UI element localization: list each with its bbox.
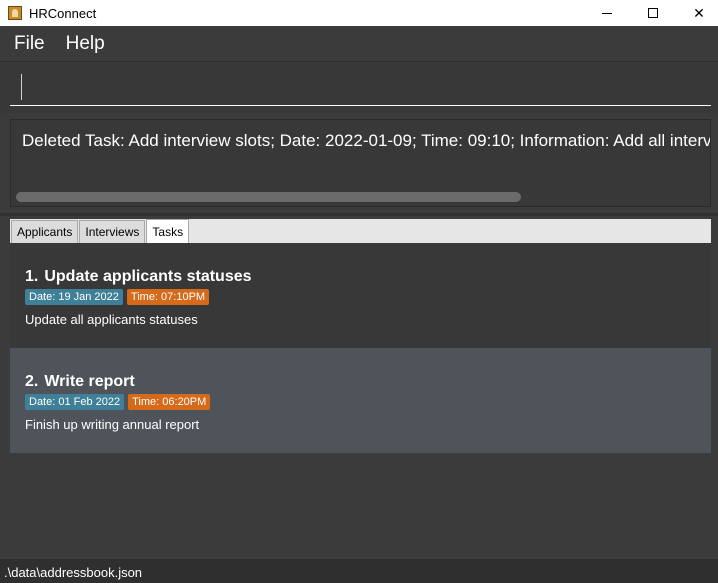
command-input[interactable] [10,72,711,106]
task-badges: Date: 19 Jan 2022 Time: 07:10PM [25,289,213,305]
task-index: 2. [25,373,39,390]
hrconnect-app-icon [8,6,22,20]
menu-file[interactable]: File [7,33,52,55]
maximize-button[interactable] [630,0,676,26]
task-badges: Date: 01 Feb 2022 Time: 06:20PM [25,394,214,410]
result-message: Deleted Task: Add interview slots; Date:… [22,131,711,150]
time-badge: Time: 07:10PM [126,289,210,305]
date-badge: Date: 01 Feb 2022 [25,394,125,410]
split-divider[interactable] [0,213,718,216]
task-name: Update applicants statuses [44,268,252,285]
menu-bar: File Help [0,26,718,62]
close-button[interactable]: ✕ [676,0,718,26]
maximize-icon [648,8,658,18]
task-card-selected[interactable]: 2. Write report Date: 01 Feb 2022 Time: 0… [10,348,711,453]
time-badge: Time: 06:20PM [128,394,211,410]
task-information: Update all applicants statuses [25,312,198,327]
task-name: Write report [44,373,135,390]
tab-interviews[interactable]: Interviews [79,220,146,243]
minimize-button[interactable] [584,0,630,26]
task-title: 2. Write report [25,373,135,391]
task-information: Finish up writing annual report [25,417,200,432]
window-title: HRConnect [29,5,97,21]
command-box [0,63,718,113]
date-badge: Date: 19 Jan 2022 [25,289,123,305]
task-title: 1. Update applicants statuses [25,268,252,286]
task-card[interactable]: 1. Update applicants statuses Date: 19 Ja… [10,243,711,348]
status-bar: .\data\addressbook.json [0,558,718,583]
task-list: 1. Update applicants statuses Date: 19 Ja… [10,243,711,453]
text-caret [21,74,22,100]
result-display-panel: Deleted Task: Add interview slots; Date:… [0,113,718,213]
result-display: Deleted Task: Add interview slots; Date:… [10,119,711,207]
tab-tasks[interactable]: Tasks [146,219,190,243]
title-bar: HRConnect ✕ [0,0,718,26]
close-icon: ✕ [693,4,705,21]
data-file-path: .\data\addressbook.json [4,565,143,580]
minimize-icon [602,12,612,14]
menu-help[interactable]: Help [59,33,112,55]
horizontal-scrollbar[interactable] [16,192,521,202]
tab-bar: Applicants Interviews Tasks [10,219,711,243]
tab-applicants[interactable]: Applicants [11,220,79,243]
task-index: 1. [25,268,39,285]
